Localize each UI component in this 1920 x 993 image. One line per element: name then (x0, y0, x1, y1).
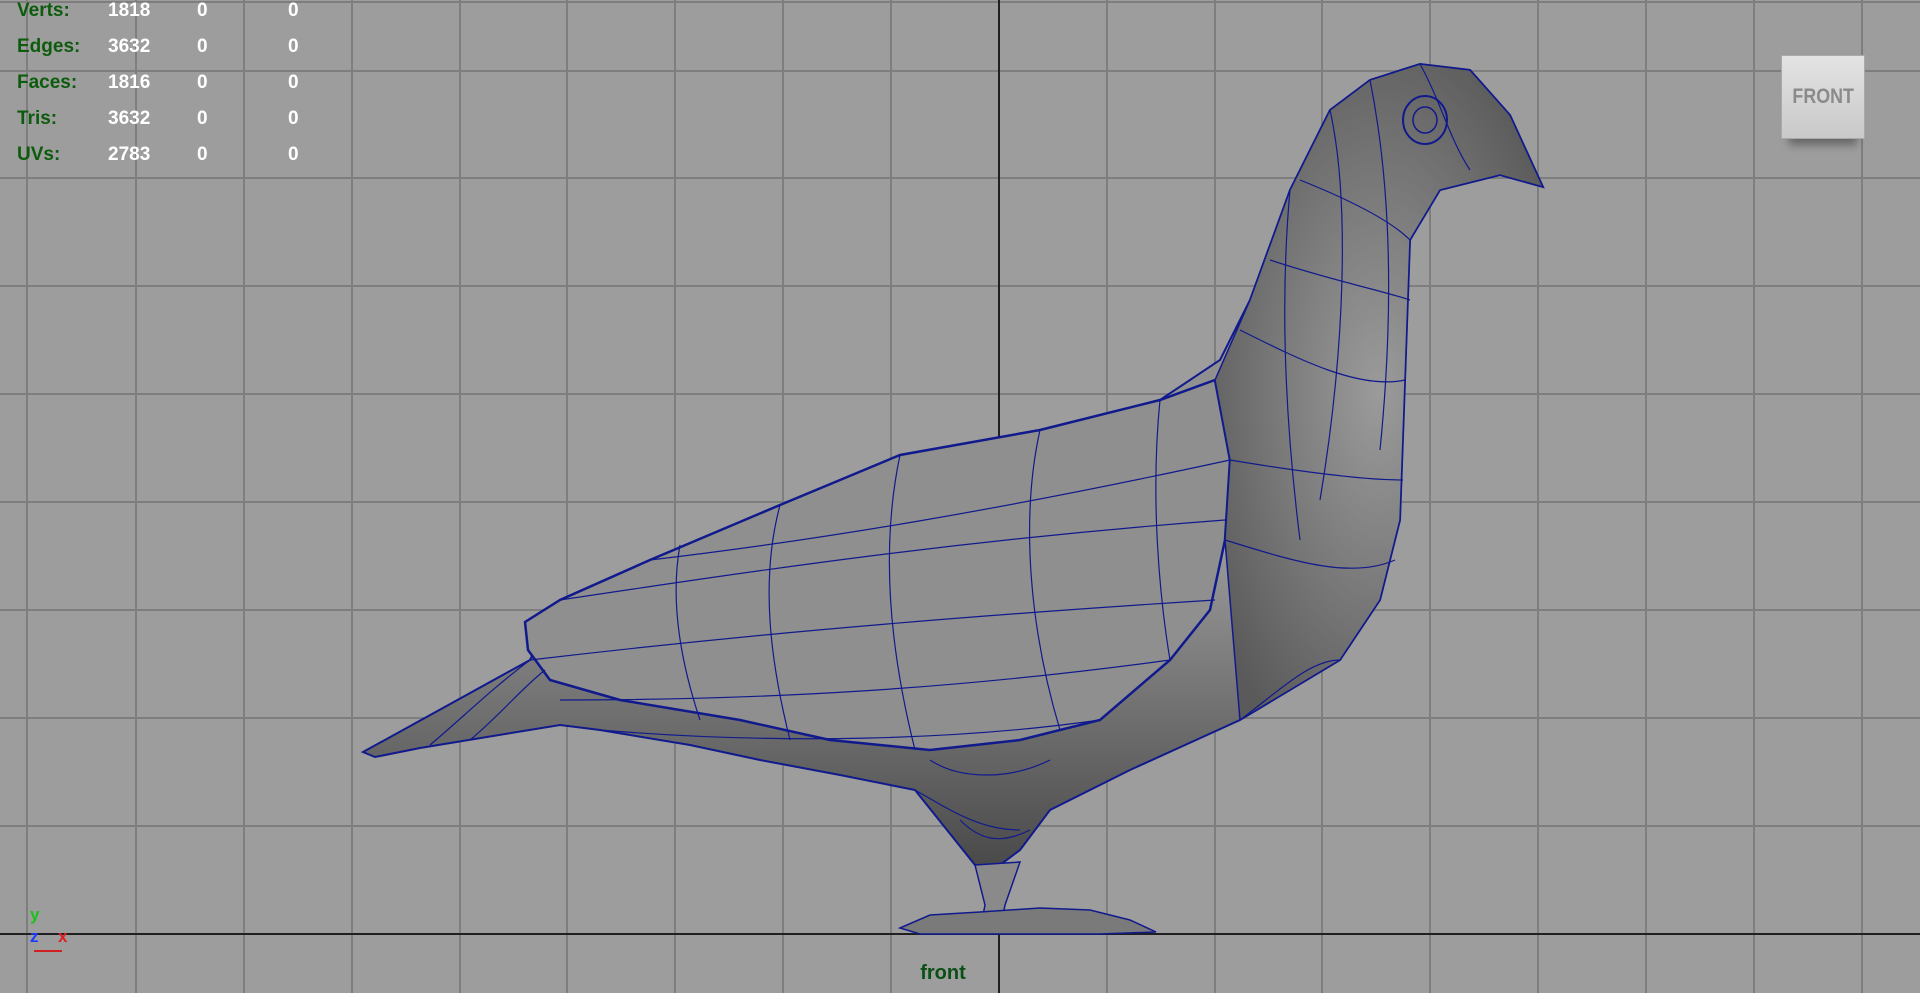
pigeon-mesh[interactable] (360, 62, 1545, 935)
pigeon-foot (897, 907, 1157, 935)
hud-value: 0 (197, 0, 208, 21)
hud-value: 0 (288, 108, 299, 129)
axis-gizmo-icon: y z x (26, 905, 86, 955)
hud-label: Tris: (17, 108, 58, 129)
viewcube-face-label: FRONT (1792, 85, 1854, 108)
hud-value: 1816 (108, 72, 151, 93)
hud-value: 0 (197, 108, 208, 129)
hud-label: Edges: (17, 36, 81, 57)
hud-value: 0 (197, 72, 208, 93)
axis-y-label: y (30, 905, 40, 924)
pigeon-wing (523, 378, 1232, 752)
axis-z-label: z (30, 927, 39, 946)
hud-row-verts: Verts: 1818 0 0 (0, 0, 320, 36)
pigeon-neck (1214, 63, 1545, 722)
camera-name-label: front (920, 962, 966, 984)
hud-label: UVs: (17, 144, 61, 165)
hud-value: 0 (288, 0, 299, 21)
hud-value: 0 (197, 36, 208, 57)
hud-row-tris: Tris: 3632 0 0 (0, 108, 320, 144)
hud-value: 3632 (108, 108, 151, 129)
hud-value: 0 (288, 72, 299, 93)
hud-value: 2783 (108, 144, 151, 165)
hud-row-uvs: UVs: 2783 0 0 (0, 144, 320, 180)
hud-row-faces: Faces: 1816 0 0 (0, 72, 320, 108)
axis-x-label: x (58, 927, 68, 946)
hud-label: Faces: (17, 72, 78, 93)
axis-x-underline (34, 950, 62, 952)
hud-value: 0 (197, 144, 208, 165)
viewcube-icon[interactable]: FRONT (1781, 55, 1865, 139)
hud-value: 0 (288, 36, 299, 57)
hud-value: 3632 (108, 36, 151, 57)
modeling-viewport[interactable]: Verts: 1818 0 0 Edges: 3632 0 0 Faces: 1… (0, 0, 1920, 993)
hud-label: Verts: (17, 0, 70, 21)
hud-value: 1818 (108, 0, 151, 21)
poly-count-hud: Verts: 1818 0 0 Edges: 3632 0 0 Faces: 1… (0, 0, 320, 180)
hud-row-edges: Edges: 3632 0 0 (0, 36, 320, 72)
hud-value: 0 (288, 144, 299, 165)
